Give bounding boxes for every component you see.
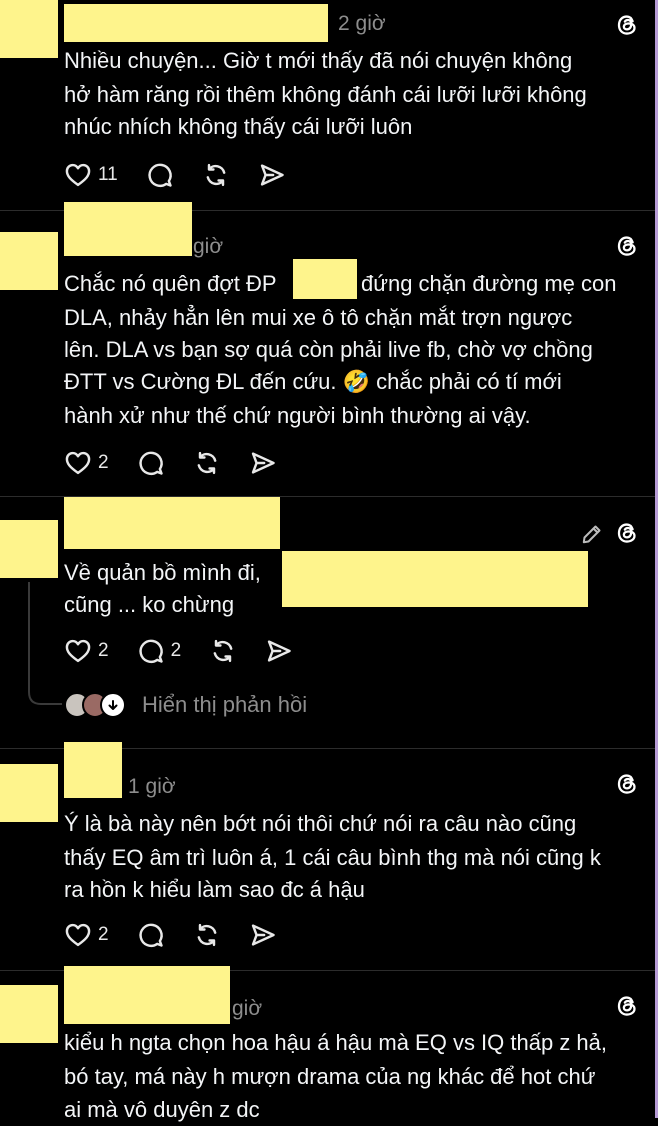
- post-body-line: thấy EQ âm trì luôn á, 1 cái câu bình th…: [64, 845, 601, 870]
- like-button[interactable]: 2: [64, 637, 109, 665]
- comment-icon: [146, 161, 174, 189]
- comment-button[interactable]: 2: [137, 637, 182, 665]
- post-timestamp: 1 giờ: [128, 775, 176, 798]
- post-body-line: Chắc nó quên đợt ĐP: [64, 271, 277, 296]
- show-replies-label: Hiển thị phản hồi: [142, 692, 308, 717]
- redacted-avatar: [0, 764, 58, 822]
- share-icon: [265, 637, 293, 665]
- redacted-text: [293, 259, 357, 299]
- post-body-line: cũng ... ko chừng: [64, 592, 235, 617]
- comment-count: 2: [170, 640, 182, 661]
- like-count: 2: [98, 452, 109, 473]
- heart-icon: [64, 161, 92, 189]
- heart-icon: [64, 637, 92, 665]
- post-body-line: ĐTT vs Cường ĐL đến cứu. 🤣 chắc phải có …: [64, 369, 562, 394]
- repost-icon: [202, 161, 230, 189]
- thread-connector-line: [28, 582, 30, 692]
- repost-icon: [193, 449, 221, 477]
- comment-button[interactable]: [137, 449, 165, 477]
- repost-button[interactable]: [193, 921, 221, 949]
- heart-icon: [64, 449, 92, 477]
- threads-logo-icon[interactable]: [614, 993, 640, 1019]
- repost-icon: [209, 637, 237, 665]
- post-timestamp: giờ: [232, 997, 263, 1020]
- post-timestamp: giờ: [193, 235, 224, 258]
- edit-icon[interactable]: [580, 522, 604, 546]
- post-actions: 2 2: [64, 636, 321, 666]
- chevron-down-icon: [100, 692, 126, 718]
- threads-logo-icon[interactable]: [614, 771, 640, 797]
- redacted-username: [64, 742, 122, 798]
- comment-button[interactable]: [137, 921, 165, 949]
- post-body-line: ai mà vô duyên z dc: [64, 1097, 260, 1122]
- show-replies-link[interactable]: Hiển thị phản hồi: [64, 692, 307, 718]
- redacted-avatar: [0, 520, 58, 578]
- comment-icon: [137, 449, 165, 477]
- redacted-text: [282, 551, 588, 607]
- post-body-line: đứng chặn đường mẹ con: [361, 271, 617, 296]
- redacted-avatar: [0, 0, 58, 58]
- like-button[interactable]: 2: [64, 449, 109, 477]
- share-button[interactable]: [265, 637, 293, 665]
- like-button[interactable]: 2: [64, 921, 109, 949]
- comment-button[interactable]: [146, 161, 174, 189]
- share-button[interactable]: [249, 921, 277, 949]
- post-body-line: bó tay, má này h mượn drama của ng khác …: [64, 1064, 596, 1089]
- threads-logo-icon[interactable]: [614, 233, 640, 259]
- post-body-line: kiểu h ngta chọn hoa hậu á hậu mà EQ vs …: [64, 1030, 608, 1055]
- heart-icon: [64, 921, 92, 949]
- post-body-line: hở hàm răng rồi thêm không đánh cái lưỡi…: [64, 82, 587, 107]
- like-count: 11: [98, 164, 118, 185]
- post-actions: 2: [64, 448, 305, 478]
- like-button[interactable]: 11: [64, 161, 118, 189]
- redacted-username: [64, 966, 230, 1024]
- post-body-line: DLA, nhảy hẳn lên mui xe ô tô chặn mắt t…: [64, 305, 573, 330]
- share-icon: [249, 449, 277, 477]
- post-body-line: Ý là bà này nên bớt nói thôi chứ nói ra …: [64, 811, 577, 836]
- share-icon: [258, 161, 286, 189]
- like-count: 2: [98, 640, 109, 661]
- post-body-line: nhúc nhích không thấy cái lưỡi luôn: [64, 114, 413, 139]
- threads-logo-icon[interactable]: [614, 12, 640, 38]
- post-actions: 11: [64, 160, 314, 190]
- post-actions: 2: [64, 920, 305, 950]
- repost-icon: [193, 921, 221, 949]
- comment-icon: [137, 921, 165, 949]
- share-button[interactable]: [258, 161, 286, 189]
- redacted-username: [64, 4, 328, 42]
- post-body-line: Nhiều chuyện... Giờ t mới thấy đã nói ch…: [64, 48, 573, 73]
- post-body-line: Về quản bồ mình đi,: [64, 560, 261, 585]
- post-body-line: lên. DLA vs bạn sợ quá còn phải live fb,…: [64, 337, 593, 362]
- post-body-line: ra hồn k hiểu làm sao đc á hậu: [64, 877, 365, 902]
- post-body-line: hành xử như thế chứ người bình thường ai…: [64, 403, 531, 428]
- repost-button[interactable]: [209, 637, 237, 665]
- post-timestamp: 2 giờ: [338, 12, 386, 35]
- thread-connector-curve: [28, 688, 62, 705]
- redacted-username: [64, 497, 280, 549]
- redacted-avatar: [0, 985, 58, 1043]
- threads-logo-icon[interactable]: [614, 520, 640, 546]
- comment-icon: [137, 637, 165, 665]
- repost-button[interactable]: [193, 449, 221, 477]
- redacted-avatar: [0, 232, 58, 290]
- redacted-username: [64, 202, 192, 256]
- like-count: 2: [98, 924, 109, 945]
- share-icon: [249, 921, 277, 949]
- share-button[interactable]: [249, 449, 277, 477]
- repost-button[interactable]: [202, 161, 230, 189]
